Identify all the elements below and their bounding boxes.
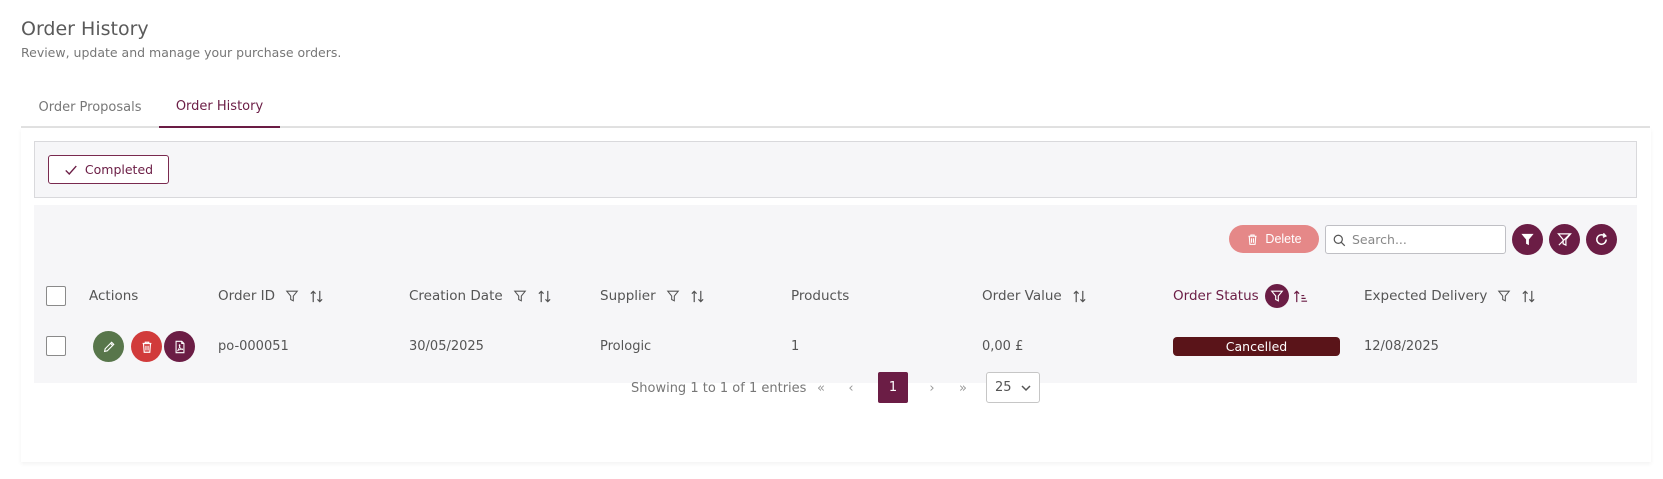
tab-bar: Order Proposals Order History xyxy=(21,87,1650,128)
delete-order-button[interactable] xyxy=(131,331,162,362)
chevron-down-icon xyxy=(1021,384,1031,391)
column-label: Order Value xyxy=(982,288,1062,304)
search-icon xyxy=(1333,234,1346,247)
check-icon xyxy=(65,165,77,175)
column-filter-icon[interactable] xyxy=(666,289,680,303)
column-label: Expected Delivery xyxy=(1364,288,1488,304)
status-badge: Cancelled xyxy=(1173,337,1340,356)
sort-ascending-icon[interactable] xyxy=(1293,289,1308,304)
search-input[interactable] xyxy=(1352,229,1502,250)
column-filter-icon xyxy=(1270,290,1284,302)
column-header-creation-date: Creation Date xyxy=(409,280,552,312)
sort-icon[interactable] xyxy=(690,289,705,304)
column-filter-icon[interactable] xyxy=(285,289,299,303)
tab-order-proposals[interactable]: Order Proposals xyxy=(21,87,159,128)
expected-delivery-cell: 12/08/2025 xyxy=(1364,338,1439,354)
column-header-order-id: Order ID xyxy=(218,280,324,312)
current-page-button[interactable]: 1 xyxy=(878,372,908,403)
download-pdf-button[interactable] xyxy=(164,331,195,362)
search-box xyxy=(1325,225,1506,254)
next-page-button[interactable]: › xyxy=(924,372,940,404)
pdf-file-icon xyxy=(175,340,184,353)
order-value-cell: 0,00 £ xyxy=(982,338,1024,354)
order-history-panel: Completed Delete Actions Order ID xyxy=(21,128,1651,462)
supplier-cell: Prologic xyxy=(600,338,652,354)
pencil-icon xyxy=(103,340,115,352)
page-size-select[interactable]: 25 xyxy=(986,372,1040,403)
sort-icon[interactable] xyxy=(1072,289,1087,304)
completed-filter-chip[interactable]: Completed xyxy=(48,155,169,184)
table-header: Actions Order ID Creation Date Supplier … xyxy=(34,280,1637,312)
column-label: Supplier xyxy=(600,288,656,304)
column-header-order-value: Order Value xyxy=(982,280,1087,312)
refresh-icon xyxy=(1596,232,1607,245)
pagination-info: Showing 1 to 1 of 1 entries xyxy=(631,380,807,396)
column-header-actions: Actions xyxy=(89,280,138,312)
column-header-order-status: Order Status xyxy=(1173,280,1308,312)
select-all-checkbox[interactable] xyxy=(46,286,66,306)
column-header-supplier: Supplier xyxy=(600,280,705,312)
last-page-button[interactable]: » xyxy=(953,372,973,404)
sort-icon[interactable] xyxy=(309,289,324,304)
table-row: po-000051 30/05/2025 Prologic 1 0,00 £ C… xyxy=(34,316,1637,376)
column-label: Order Status xyxy=(1173,288,1259,304)
column-label: Order ID xyxy=(218,288,276,304)
filter-clear-icon xyxy=(1557,233,1572,247)
sort-icon[interactable] xyxy=(537,289,552,304)
column-filter-icon[interactable] xyxy=(1497,289,1511,303)
delete-button[interactable]: Delete xyxy=(1229,225,1319,253)
filter-button[interactable] xyxy=(1512,224,1543,255)
row-checkbox[interactable] xyxy=(46,336,66,356)
column-filter-icon[interactable] xyxy=(513,289,527,303)
refresh-button[interactable] xyxy=(1586,224,1617,255)
delete-button-label: Delete xyxy=(1265,232,1302,246)
page-subtitle: Review, update and manage your purchase … xyxy=(21,45,342,60)
column-label: Creation Date xyxy=(409,288,503,304)
edit-order-button[interactable] xyxy=(93,331,124,362)
orders-table-area: Delete Actions Order ID C xyxy=(34,205,1637,383)
column-header-expected-delivery: Expected Delivery xyxy=(1364,280,1536,312)
sort-icon[interactable] xyxy=(1521,289,1536,304)
page-title: Order History xyxy=(21,18,149,40)
page-size-value: 25 xyxy=(995,380,1012,395)
trash-icon xyxy=(1248,234,1257,245)
clear-filters-button[interactable] xyxy=(1549,224,1580,255)
tab-order-history[interactable]: Order History xyxy=(159,87,280,128)
first-page-button[interactable]: « xyxy=(811,372,831,404)
column-header-products: Products xyxy=(791,280,849,312)
trash-icon xyxy=(142,341,151,353)
column-label: Actions xyxy=(89,288,139,304)
pagination: Showing 1 to 1 of 1 entries « ‹ 1 › » 25 xyxy=(21,372,1651,404)
previous-page-button[interactable]: ‹ xyxy=(843,372,859,404)
creation-date-cell: 30/05/2025 xyxy=(409,338,484,354)
active-column-filter-button[interactable] xyxy=(1264,284,1289,308)
order-id-cell[interactable]: po-000051 xyxy=(218,316,289,376)
products-cell: 1 xyxy=(791,338,800,354)
column-label: Products xyxy=(791,288,850,304)
chip-label: Completed xyxy=(84,162,154,177)
filter-icon xyxy=(1521,233,1534,246)
active-filter-bar: Completed xyxy=(34,141,1637,198)
